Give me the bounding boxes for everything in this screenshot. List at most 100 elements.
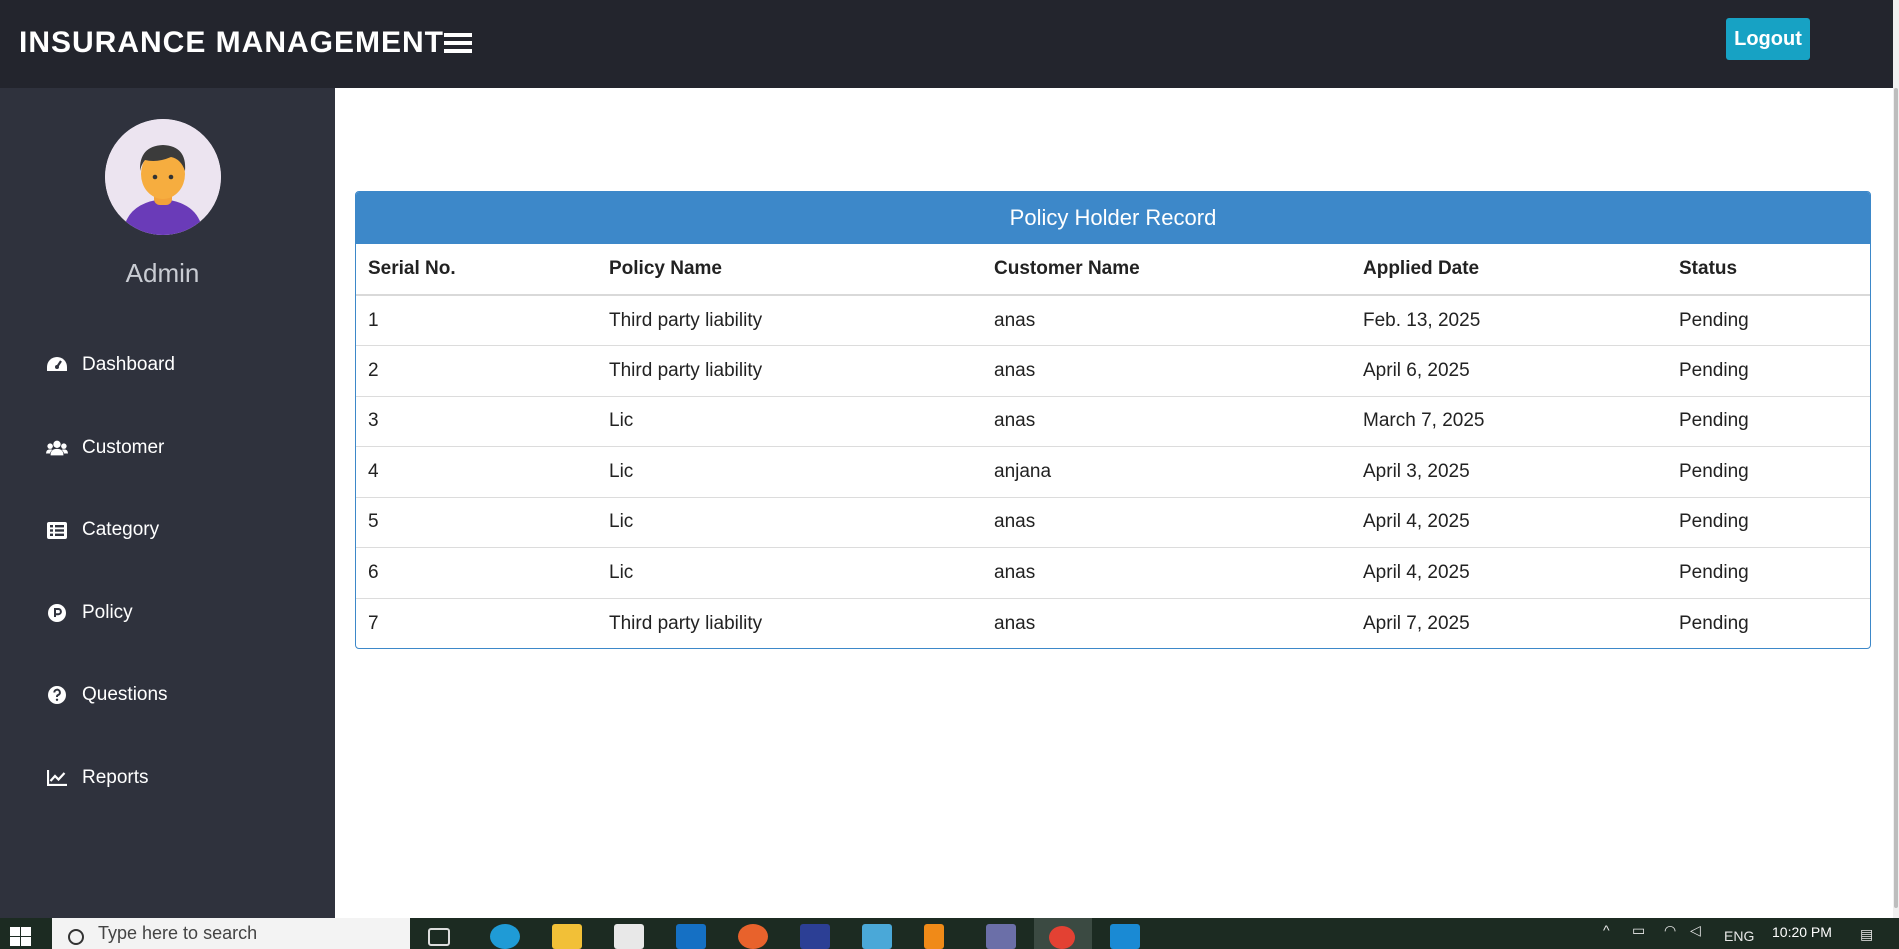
language-indicator[interactable]: ENG	[1724, 928, 1754, 944]
control-panel-icon[interactable]	[862, 924, 892, 949]
sidebar-item-dashboard[interactable]: Dashboard	[0, 324, 335, 407]
cell-customer-name: anas	[982, 345, 1351, 397]
cell-status: Pending	[1679, 612, 1749, 634]
sidebar-item-policy[interactable]: Policy	[0, 572, 335, 655]
logout-button[interactable]: Logout	[1726, 18, 1810, 60]
cell-applied-date: Feb. 13, 2025	[1351, 295, 1667, 346]
line-chart-icon	[46, 768, 68, 788]
policy-holder-table: Serial No. Policy Name Customer Name App…	[356, 244, 1870, 648]
sidebar-item-questions[interactable]: Questions	[0, 654, 335, 737]
column-header: Customer Name	[982, 244, 1351, 296]
cell-customer-name: anjana	[982, 446, 1351, 498]
wifi-icon[interactable]: ◠	[1664, 922, 1676, 939]
sidebar-item-label: Customer	[82, 436, 165, 458]
brand-title: INSURANCE MANAGEMENT	[19, 26, 444, 59]
sidebar-item-reports[interactable]: Reports	[0, 737, 335, 820]
column-header: Status	[1667, 244, 1870, 296]
list-icon	[46, 520, 68, 540]
cell-applied-date: April 7, 2025	[1363, 612, 1470, 634]
sidebar-item-category[interactable]: Category	[0, 489, 335, 572]
sidebar-item-label: Category	[82, 519, 160, 541]
column-header: Applied Date	[1351, 244, 1667, 296]
table-row: 4 Lic anjana April 3, 2025 Pending	[356, 446, 1870, 498]
cell-serial: 7	[368, 612, 379, 634]
taskbar-clock[interactable]: 10:20 PM	[1772, 924, 1832, 940]
cell-applied-date: April 4, 2025	[1351, 547, 1667, 599]
page-scrollbar-thumb[interactable]	[1894, 88, 1898, 908]
chrome-icon	[1049, 926, 1075, 949]
cell-policy-name: Third party liability	[609, 612, 763, 634]
user-name: Admin	[125, 258, 200, 288]
table-row: 6 Lic anas April 4, 2025 Pending	[356, 547, 1870, 599]
cell-serial: 1	[356, 295, 597, 346]
table-row: 2 Third party liability anas April 6, 20…	[356, 345, 1870, 397]
microsoft-store-icon[interactable]	[614, 924, 644, 949]
cell-policy-name: Third party liability	[597, 345, 982, 397]
sidebar: Admin Dashboard Customer Category Policy	[0, 88, 335, 918]
cell-policy-name: Lic	[597, 446, 982, 498]
tachometer-icon	[46, 355, 68, 375]
hamburger-menu-icon[interactable]	[444, 33, 472, 59]
cell-status: Pending	[1667, 497, 1870, 548]
chrome-taskbar-active[interactable]	[1034, 918, 1092, 949]
cell-serial: 6	[356, 547, 597, 599]
table-row: 1 Third party liability anas Feb. 13, 20…	[356, 295, 1870, 346]
cell-serial: 2	[356, 345, 597, 397]
cell-applied-date: April 6, 2025	[1351, 345, 1667, 397]
windows-start-icon[interactable]	[10, 927, 32, 947]
chevron-up-icon[interactable]: ^	[1603, 922, 1610, 938]
firefox-icon[interactable]	[738, 924, 768, 949]
table-row: 3 Lic anas March 7, 2025 Pending	[356, 396, 1870, 447]
cell-status: Pending	[1667, 295, 1870, 346]
edge-browser-icon[interactable]	[490, 924, 520, 949]
sidebar-item-label: Dashboard	[82, 354, 175, 376]
app-l-icon[interactable]	[800, 924, 830, 949]
product-hunt-icon	[46, 603, 68, 623]
sidebar-item-label: Reports	[82, 766, 149, 788]
os-taskbar: Type here to search ^ ▭ ◠ ◁ ENG 10:20 PM…	[0, 918, 1899, 949]
column-header: Policy Name	[597, 244, 982, 296]
notification-icon[interactable]: ▤	[1860, 926, 1873, 943]
task-view-icon[interactable]	[428, 928, 450, 946]
volume-icon[interactable]: ◁	[1690, 922, 1701, 939]
vlc-icon[interactable]	[924, 924, 944, 949]
table-header-row: Serial No. Policy Name Customer Name App…	[356, 244, 1870, 296]
cell-status: Pending	[1667, 547, 1870, 599]
cell-applied-date: April 3, 2025	[1351, 446, 1667, 498]
column-header: Serial No.	[356, 244, 597, 296]
policy-holder-card: Policy Holder Record Serial No. Policy N…	[355, 191, 1871, 649]
cell-policy-name: Lic	[597, 497, 982, 548]
cell-customer-name: anas	[982, 497, 1351, 548]
cell-customer-name: anas	[982, 295, 1351, 346]
taskbar-search-input[interactable]: Type here to search	[52, 918, 410, 949]
sidebar-item-label: Questions	[82, 684, 168, 706]
avatar	[105, 119, 221, 235]
vscode-icon[interactable]	[1110, 924, 1140, 949]
search-placeholder: Type here to search	[98, 923, 258, 943]
search-icon	[68, 928, 84, 945]
cell-customer-name: anas	[994, 612, 1036, 634]
top-navbar: INSURANCE MANAGEMENT Logout	[0, 0, 1893, 88]
cell-status: Pending	[1667, 396, 1870, 447]
cell-applied-date: March 7, 2025	[1351, 396, 1667, 447]
cell-policy-name: Third party liability	[597, 295, 982, 346]
file-explorer-icon[interactable]	[552, 924, 582, 949]
question-circle-icon	[46, 685, 68, 705]
table-row: 5 Lic anas April 4, 2025 Pending	[356, 497, 1870, 548]
outlook-icon[interactable]	[676, 924, 706, 949]
cell-customer-name: anas	[982, 547, 1351, 599]
cell-serial: 3	[356, 396, 597, 447]
cell-serial: 4	[356, 446, 597, 498]
sidebar-item-customer[interactable]: Customer	[0, 407, 335, 490]
sidebar-item-label: Policy	[82, 601, 133, 623]
cell-applied-date: April 4, 2025	[1351, 497, 1667, 548]
cell-status: Pending	[1667, 446, 1870, 498]
table-row: 7 Third party liability anas April 7, 20…	[356, 598, 1870, 648]
cell-serial: 5	[356, 497, 597, 548]
cell-customer-name: anas	[982, 396, 1351, 447]
battery-icon[interactable]: ▭	[1632, 922, 1645, 939]
cell-policy-name: Lic	[597, 547, 982, 599]
app-tool-icon[interactable]	[986, 924, 1016, 949]
users-icon	[46, 438, 68, 458]
cell-policy-name: Lic	[597, 396, 982, 447]
